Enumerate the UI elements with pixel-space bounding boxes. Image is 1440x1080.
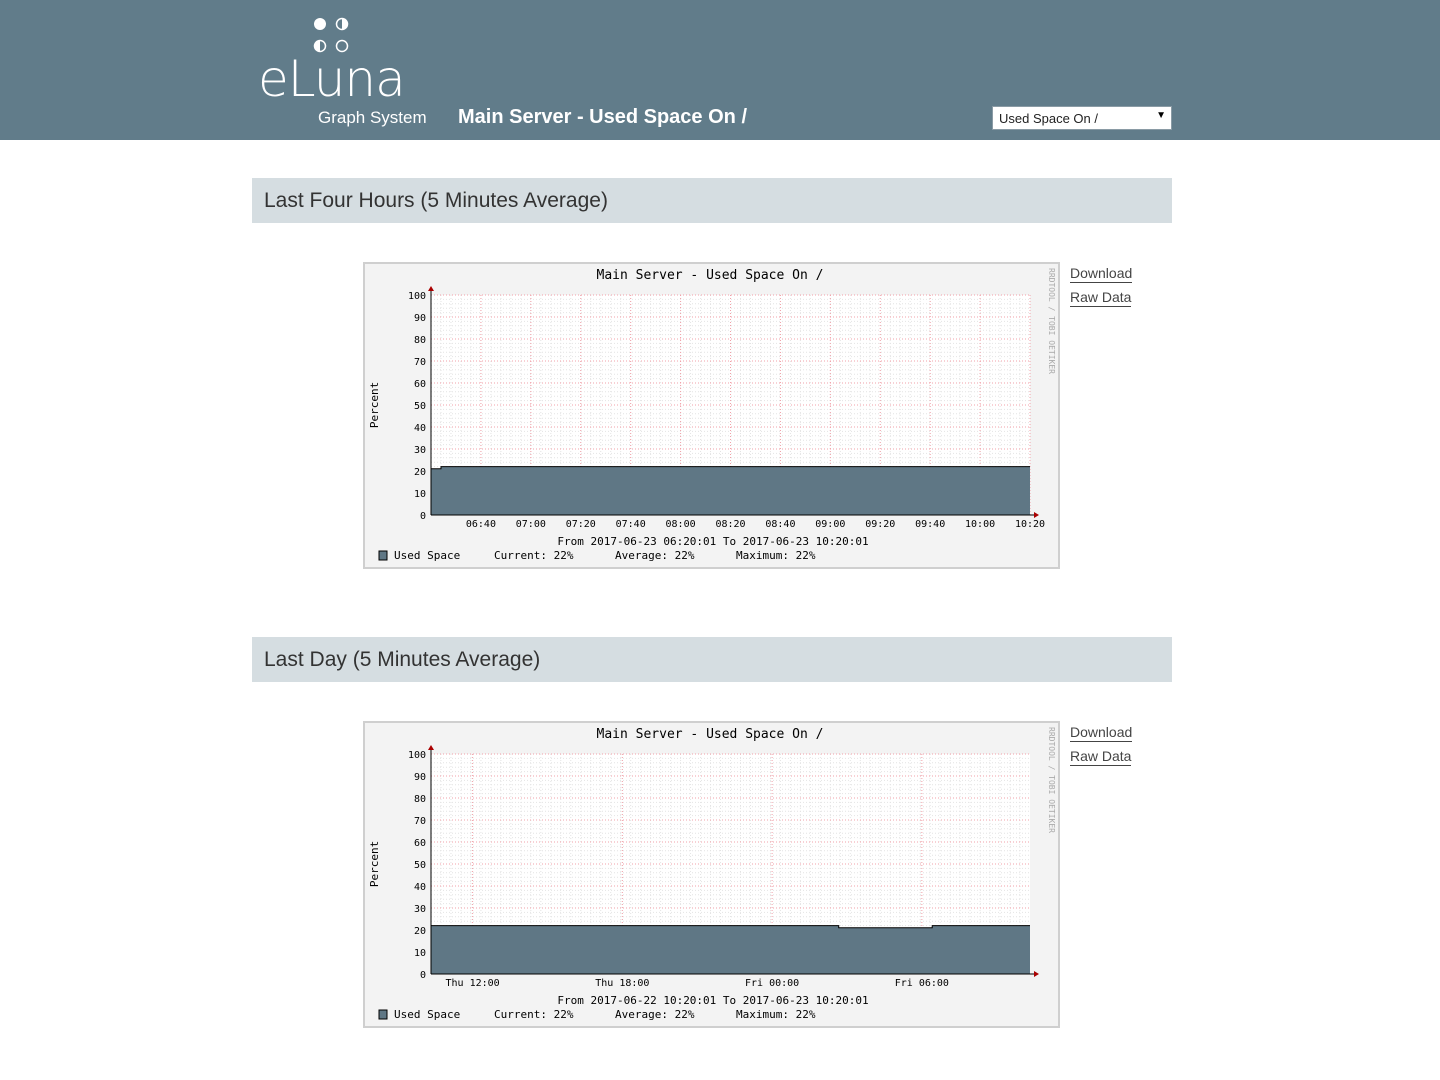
y-axis-arrow	[428, 745, 434, 750]
x-tick-label: 08:40	[765, 519, 795, 530]
legend-current: Current: 22%	[494, 1008, 574, 1021]
x-tick-label: 08:00	[666, 519, 696, 530]
section-title: Last Four Hours (5 Minutes Average)	[264, 189, 608, 212]
rrdtool-watermark: RRDTOOL / TOBI OETIKER	[1047, 727, 1056, 833]
y-tick-label: 70	[414, 816, 426, 827]
logo-wordmark: eLuna	[258, 50, 406, 108]
section-header-last-day: Last Day (5 Minutes Average)	[252, 637, 1172, 682]
x-tick-label: Fri 00:00	[745, 978, 799, 989]
y-axis-arrow	[428, 286, 434, 291]
y-tick-label: 40	[414, 423, 426, 434]
graph-canvas: 0 10 20 30 40 50 60 70 80 90 100 Thu 12:00 Thu 18:00…	[368, 727, 1056, 1021]
graph-last-day: 0 10 20 30 40 50 60 70 80 90 100 Thu 12:00 Thu 18:00…	[363, 721, 1060, 1028]
y-tick-label: 10	[414, 948, 426, 959]
legend-maximum: Maximum: 22%	[736, 1008, 816, 1021]
x-tick-label: 09:00	[815, 519, 845, 530]
y-tick-label: 0	[420, 511, 426, 522]
y-tick-label: 20	[414, 467, 426, 478]
y-tick-label: 90	[414, 313, 426, 324]
dropdown-arrow-icon: ▼	[1156, 110, 1166, 121]
raw-data-link[interactable]: Raw Data	[1070, 748, 1132, 766]
y-tick-label: 40	[414, 882, 426, 893]
x-tick-label: 09:20	[865, 519, 895, 530]
y-tick-label: 30	[414, 445, 426, 456]
legend-average: Average: 22%	[615, 549, 695, 562]
legend-swatch	[378, 550, 388, 561]
x-axis-arrow	[1034, 971, 1039, 977]
graph-select-value: Used Space On /	[999, 111, 1098, 126]
header-bar: eLuna Graph System Main Server - Used Sp…	[0, 0, 1440, 140]
y-tick-label: 80	[414, 794, 426, 805]
y-tick-label: 30	[414, 904, 426, 915]
y-tick-label: 20	[414, 926, 426, 937]
y-tick-label: 0	[420, 970, 426, 981]
y-tick-label: 80	[414, 335, 426, 346]
legend-swatch	[378, 1009, 388, 1020]
x-tick-label: 10:00	[965, 519, 995, 530]
x-tick-label: Thu 12:00	[446, 978, 500, 989]
x-tick-label: 07:20	[566, 519, 596, 530]
graph-links-last-day: Download Raw Data	[1070, 724, 1133, 772]
graph-select-dropdown[interactable]: Used Space On / ▼	[992, 106, 1172, 130]
graph-canvas: 0 10 20 30 40 50 60 70 80 90 100 06:40 07:00 07:20 07:…	[368, 268, 1056, 562]
x-tick-label: 06:40	[466, 519, 496, 530]
y-tick-label: 50	[414, 860, 426, 871]
x-tick-label: 07:40	[616, 519, 646, 530]
x-tick-label: 09:40	[915, 519, 945, 530]
y-axis-label: Percent	[368, 841, 381, 887]
section-title: Last Day (5 Minutes Average)	[264, 648, 541, 671]
logo-subtitle: Graph System	[318, 108, 427, 127]
date-range-text: From 2017-06-22 10:20:01 To 2017-06-23 1…	[557, 994, 868, 1007]
graph-four-hours: 0 10 20 30 40 50 60 70 80 90 100 06:40 07:00 07:20 07:…	[363, 262, 1060, 569]
legend-average: Average: 22%	[615, 1008, 695, 1021]
x-tick-label: 08:20	[715, 519, 745, 530]
x-tick-label: 10:20	[1015, 519, 1045, 530]
x-axis-arrow	[1034, 512, 1039, 518]
rrdtool-watermark: RRDTOOL / TOBI OETIKER	[1047, 268, 1056, 374]
x-tick-label: Fri 06:00	[895, 978, 949, 989]
graph-links-four-hours: Download Raw Data	[1070, 265, 1133, 313]
raw-data-link[interactable]: Raw Data	[1070, 289, 1132, 307]
y-tick-label: 10	[414, 489, 426, 500]
legend-label: Used Space	[394, 549, 460, 562]
y-tick-label: 100	[408, 291, 426, 302]
legend-label: Used Space	[394, 1008, 460, 1021]
date-range-text: From 2017-06-23 06:20:01 To 2017-06-23 1…	[557, 535, 868, 548]
eluna-logo[interactable]: eLuna Graph System	[258, 14, 438, 132]
legend-maximum: Maximum: 22%	[736, 549, 816, 562]
chart-title: Main Server - Used Space On /	[597, 268, 824, 283]
download-link[interactable]: Download	[1070, 265, 1133, 283]
y-tick-label: 60	[414, 838, 426, 849]
y-tick-label: 60	[414, 379, 426, 390]
x-tick-label: Thu 18:00	[595, 978, 649, 989]
series-area	[431, 466, 1030, 515]
x-tick-label: 07:00	[516, 519, 546, 530]
series-area	[431, 925, 1030, 974]
y-tick-label: 50	[414, 401, 426, 412]
chart-title: Main Server - Used Space On /	[597, 727, 824, 742]
y-axis-label: Percent	[368, 382, 381, 428]
y-tick-label: 70	[414, 357, 426, 368]
y-tick-label: 100	[408, 750, 426, 761]
y-tick-label: 90	[414, 772, 426, 783]
page-title: Main Server - Used Space On /	[458, 106, 747, 128]
section-header-four-hours: Last Four Hours (5 Minutes Average)	[252, 178, 1172, 223]
download-link[interactable]: Download	[1070, 724, 1133, 742]
legend-current: Current: 22%	[494, 549, 574, 562]
